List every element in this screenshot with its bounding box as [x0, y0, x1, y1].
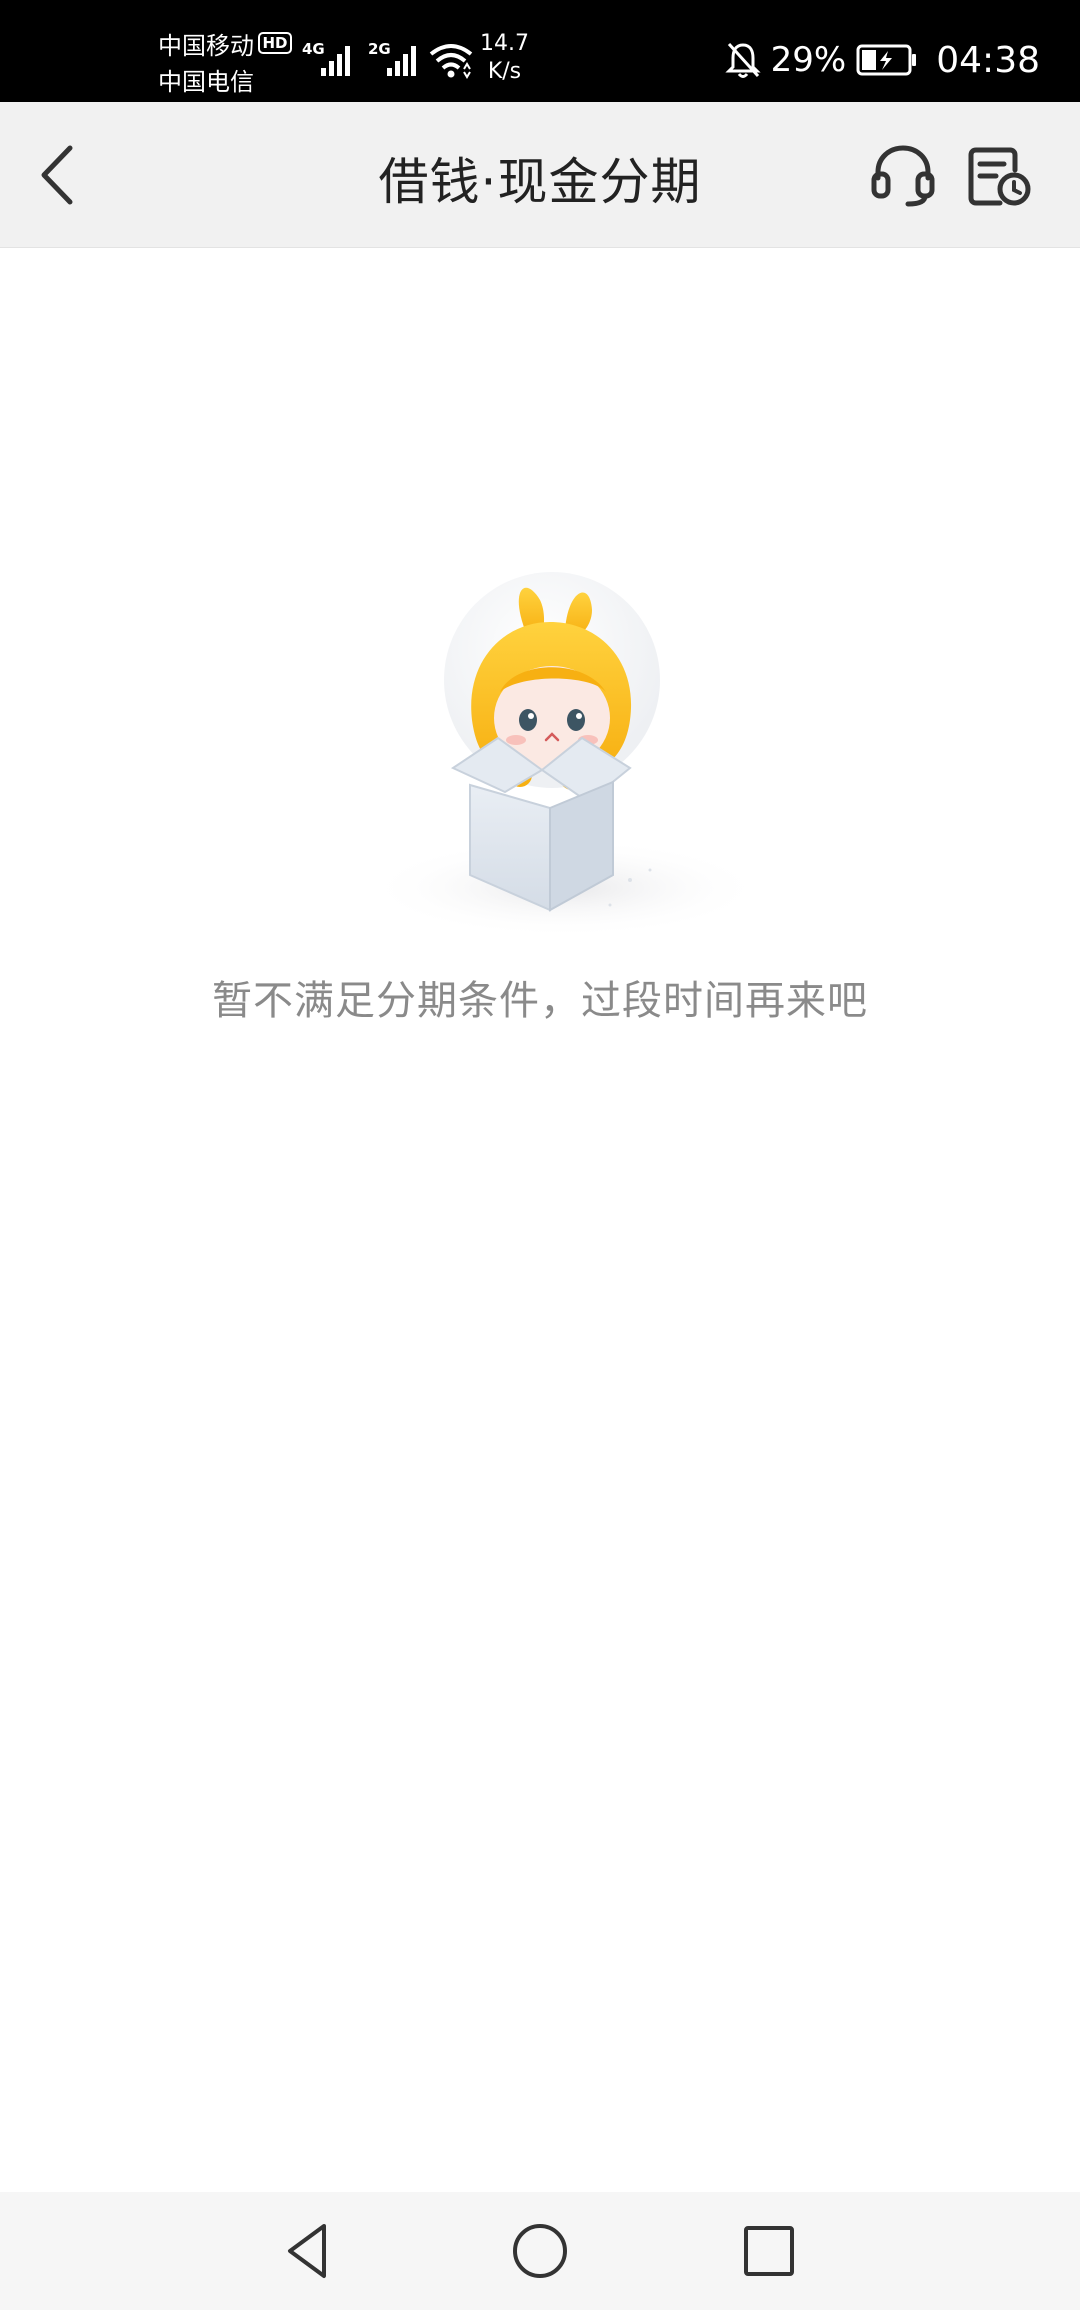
wifi-icon [429, 44, 473, 79]
signal-icon [321, 46, 350, 76]
battery-percent: 29% [770, 40, 847, 80]
mute-bell-icon [725, 42, 761, 78]
system-navigation-bar [0, 2192, 1080, 2310]
empty-state-message: 暂不满足分期条件，过段时间再来吧 [212, 978, 868, 1024]
customer-service-button[interactable] [868, 140, 938, 210]
battery-charging-icon [856, 44, 917, 76]
carrier-1: 中国移动 [158, 32, 254, 60]
circle-home-icon[interactable] [507, 2218, 573, 2284]
network-speed: 14.7 K/s [480, 30, 529, 86]
signal-icon [387, 46, 416, 76]
rabbit-in-box-illustration [345, 572, 745, 938]
square-recents-icon[interactable] [736, 2218, 802, 2284]
hd-badge: HD [258, 32, 292, 54]
status-right: 29% 04:38 [725, 36, 1040, 84]
clock: 04:38 [936, 39, 1040, 81]
status-bar: 中国移动 中国电信 HD 4G 2G 14.7 K/s 29% 04:38 [0, 0, 1080, 102]
speed-value: 14.7 [480, 31, 529, 56]
speed-unit: K/s [487, 59, 522, 84]
screen: 中国移动 中国电信 HD 4G 2G 14.7 K/s 29% 04:38 借钱… [0, 0, 1080, 2310]
carrier-2: 中国电信 [158, 68, 254, 96]
clock-document-icon [968, 147, 1031, 206]
headset-icon [871, 145, 935, 207]
triangle-back-icon[interactable] [276, 2218, 342, 2284]
records-button[interactable] [964, 140, 1034, 210]
carrier-info: 中国移动 中国电信 [158, 28, 254, 100]
nav-bar: 借钱·现金分期 [0, 102, 1080, 248]
